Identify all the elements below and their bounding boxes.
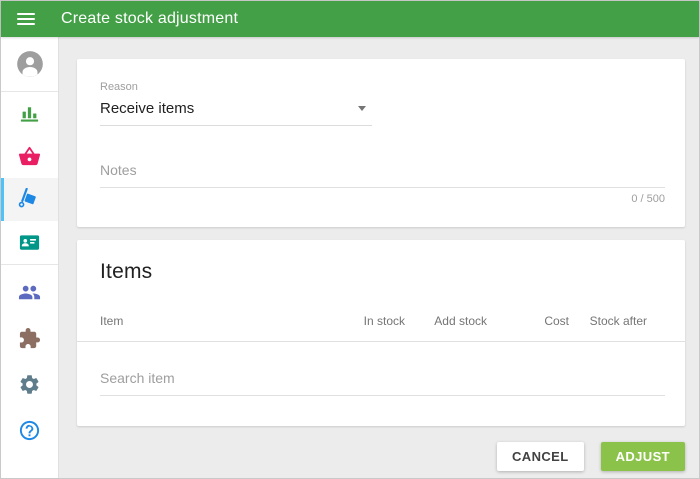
- notes-input[interactable]: [100, 158, 665, 188]
- sidebar-item-apps[interactable]: [1, 315, 58, 361]
- column-header-item: Item: [100, 314, 124, 328]
- app-window: Create stock adjustment Reason Receive i…: [1, 1, 699, 478]
- bar-chart-icon: [20, 107, 39, 122]
- sidebar: [1, 37, 59, 478]
- people-icon: [18, 285, 41, 299]
- search-item-input[interactable]: [100, 366, 665, 396]
- hamburger-menu-icon[interactable]: [17, 13, 35, 25]
- adjustment-form-card: Reason Receive items 0 / 500: [77, 59, 685, 227]
- sidebar-item-account[interactable]: [1, 37, 58, 92]
- chevron-down-icon: [358, 106, 366, 111]
- hand-truck-icon: [18, 188, 36, 208]
- contact-card-icon: [19, 235, 40, 250]
- items-table-header: Item In stock Add stock Cost Stock after: [100, 314, 665, 328]
- reason-select[interactable]: Reason Receive items: [100, 81, 372, 126]
- basket-icon: [18, 146, 41, 166]
- items-section-title: Items: [100, 260, 153, 283]
- sidebar-item-customers[interactable]: [1, 221, 58, 264]
- items-card: Items Item In stock Add stock Cost Stock…: [77, 240, 685, 426]
- action-bar: CANCEL ADJUST: [77, 442, 685, 478]
- column-header-add-stock: Add stock: [434, 314, 487, 328]
- sidebar-item-help[interactable]: [1, 407, 58, 453]
- reason-value: Receive items: [100, 100, 195, 117]
- page-title: Create stock adjustment: [61, 10, 239, 27]
- column-header-in-stock: In stock: [363, 314, 405, 328]
- gear-icon: [20, 374, 39, 394]
- sidebar-item-employees[interactable]: [1, 269, 58, 315]
- content-area: Reason Receive items 0 / 500 Items Item …: [59, 37, 699, 478]
- help-icon: [19, 420, 40, 440]
- reason-label: Reason: [100, 81, 138, 93]
- cancel-button[interactable]: CANCEL: [497, 442, 584, 471]
- adjust-button[interactable]: ADJUST: [600, 442, 685, 471]
- table-header-divider: [77, 341, 685, 342]
- account-icon: [16, 51, 43, 77]
- sidebar-item-items[interactable]: [1, 135, 58, 178]
- sidebar-item-settings[interactable]: [1, 361, 58, 407]
- column-header-stock-after: Stock after: [589, 314, 647, 328]
- puzzle-icon: [19, 327, 41, 348]
- column-header-cost: Cost: [544, 314, 569, 328]
- top-bar: Create stock adjustment: [1, 1, 699, 37]
- sidebar-item-inventory-selected[interactable]: [1, 178, 58, 221]
- notes-char-counter: 0 / 500: [631, 193, 665, 205]
- sidebar-item-reports[interactable]: [1, 92, 58, 135]
